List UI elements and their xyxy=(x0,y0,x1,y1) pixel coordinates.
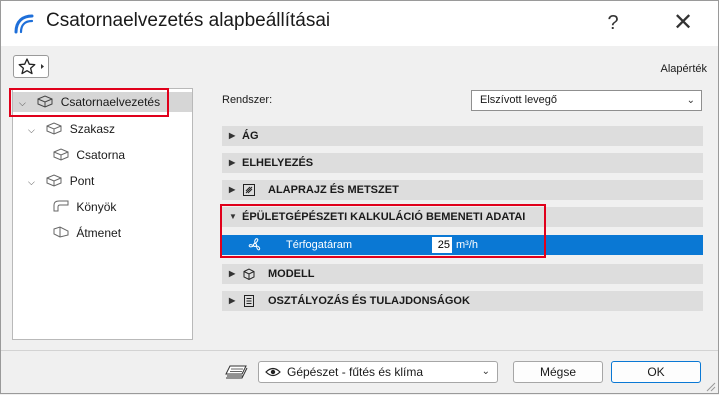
cancel-button[interactable]: Mégse xyxy=(513,361,603,383)
duct-icon xyxy=(53,148,69,161)
chevron-down-icon[interactable]: ⌵ xyxy=(28,120,38,140)
section-branch[interactable]: ▶ ÁG xyxy=(222,126,703,146)
section-floorplan-section[interactable]: ▶ ALAPRAJZ ÉS METSZET xyxy=(222,180,703,200)
chevron-down-icon: ⌄ xyxy=(481,366,490,377)
elbow-icon xyxy=(53,200,69,212)
section-mep-calculation[interactable]: ▼ ÉPÜLETGÉPÉSZETI KALKULÁCIÓ BEMENETI AD… xyxy=(222,207,703,227)
system-value: Elszívott levegő xyxy=(480,94,558,106)
app-logo-icon xyxy=(13,13,35,35)
section-label: ELHELYEZÉS xyxy=(242,157,314,169)
star-icon xyxy=(18,58,44,75)
section-label: OSZTÁLYOZÁS ÉS TULAJDONSÁGOK xyxy=(268,295,470,307)
section-label: MODELL xyxy=(268,268,315,280)
expand-arrow-icon[interactable]: ▶ xyxy=(229,264,235,284)
section-classification[interactable]: ▶ OSZTÁLYOZÁS ÉS TULAJDONSÁGOK xyxy=(222,291,703,311)
footer-separator xyxy=(0,350,719,351)
close-button[interactable]: ✕ xyxy=(668,8,698,38)
system-dropdown[interactable]: Elszívott levegő ⌄ xyxy=(471,90,702,111)
collapse-arrow-icon[interactable]: ▼ xyxy=(229,207,237,227)
airflow-value-input[interactable]: 25 xyxy=(432,237,452,253)
section-label: ALAPRAJZ ÉS METSZET xyxy=(268,184,399,196)
tree-item-label: Csatornaelvezetés xyxy=(60,95,161,109)
tree-item-transition[interactable]: Átmenet xyxy=(52,223,121,243)
property-label: Térfogatáram xyxy=(286,239,353,251)
tree-item-label: Pont xyxy=(69,174,95,188)
transition-icon xyxy=(53,226,69,238)
duct-icon xyxy=(37,95,53,108)
chevron-down-icon[interactable]: ⌵ xyxy=(19,93,29,113)
section-placement[interactable]: ▶ ELHELYEZÉS xyxy=(222,153,703,173)
tree-item-elbow[interactable]: Könyök xyxy=(52,197,116,217)
section-label: ÁG xyxy=(242,130,259,142)
tree-item-label: Átmenet xyxy=(76,226,122,240)
floorplan-icon xyxy=(243,184,255,196)
chevron-down-icon: ⌄ xyxy=(686,95,695,106)
segment-icon xyxy=(46,122,62,135)
defaults-label: Alapérték xyxy=(660,63,707,75)
property-unit: m³/h xyxy=(456,239,478,251)
system-label: Rendszer: xyxy=(222,94,273,106)
ok-button[interactable]: OK xyxy=(611,361,701,383)
window-title: Csatornaelvezetés alapbeállításai xyxy=(46,10,331,31)
tree-item-label: Csatorna xyxy=(76,148,126,162)
favorites-button[interactable] xyxy=(13,55,49,78)
expand-arrow-icon[interactable]: ▶ xyxy=(229,180,235,200)
point-icon xyxy=(46,174,62,187)
expand-arrow-icon[interactable]: ▶ xyxy=(229,153,235,173)
layer-dropdown[interactable]: Gépészet - fűtés és klíma ⌄ xyxy=(258,361,498,383)
cube-icon xyxy=(243,268,255,281)
property-row-airflow[interactable]: Térfogatáram m³/h xyxy=(222,235,703,255)
expand-arrow-icon[interactable]: ▶ xyxy=(229,291,235,311)
layer-value: Gépészet - fűtés és klíma xyxy=(287,365,424,379)
tree-item-duct[interactable]: Csatorna xyxy=(52,145,125,165)
layer-icon xyxy=(224,362,248,382)
tree-item-root[interactable]: ⌵ Csatornaelvezetés xyxy=(13,92,192,112)
tree-item-point[interactable]: ⌵ Pont xyxy=(28,171,94,191)
chevron-down-icon[interactable]: ⌵ xyxy=(28,172,38,192)
tree-item-label: Könyök xyxy=(76,200,117,214)
fan-icon xyxy=(248,238,261,251)
tree-item-segment[interactable]: ⌵ Szakasz xyxy=(28,119,115,139)
section-label: ÉPÜLETGÉPÉSZETI KALKULÁCIÓ BEMENETI ADAT… xyxy=(242,211,526,223)
document-list-icon xyxy=(244,295,254,307)
resize-grip-icon[interactable] xyxy=(704,380,716,392)
tree-item-label: Szakasz xyxy=(69,122,116,136)
eye-icon xyxy=(265,367,281,377)
section-model[interactable]: ▶ MODELL xyxy=(222,264,703,284)
help-button[interactable]: ? xyxy=(598,8,628,38)
expand-arrow-icon[interactable]: ▶ xyxy=(229,126,235,146)
